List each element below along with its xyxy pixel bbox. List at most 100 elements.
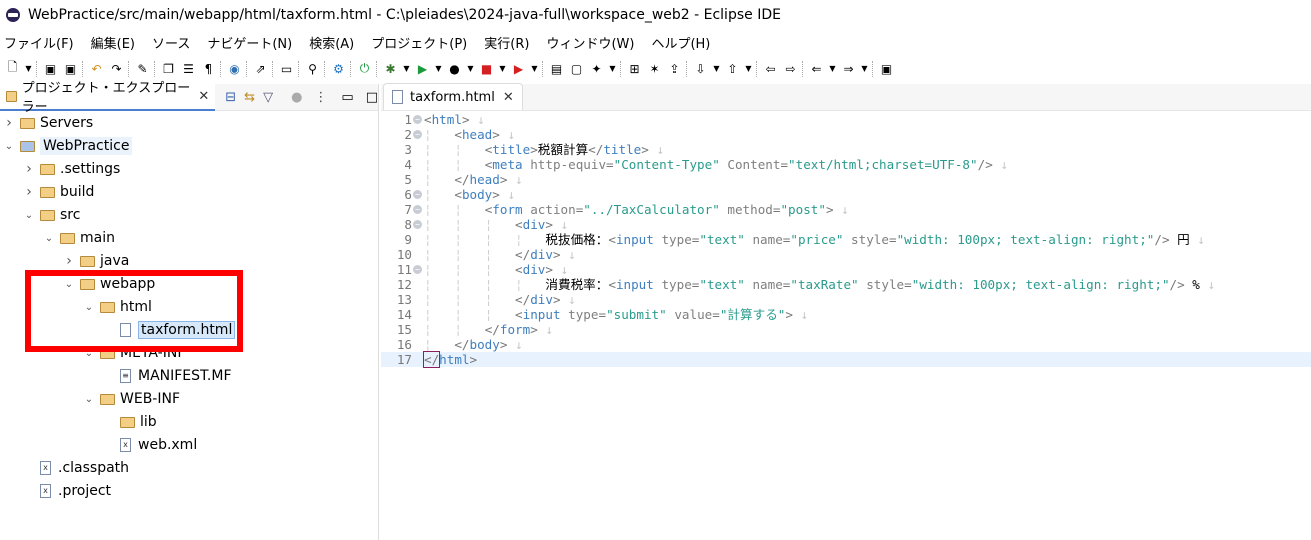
dropdown-arrow-icon[interactable]: ▼	[402, 60, 411, 77]
chevron-right-icon[interactable]: ›	[64, 253, 74, 269]
tree-item-java[interactable]: › java	[66, 250, 129, 272]
code-line[interactable]: 11− ¦ ¦ ¦ <div> ↓	[381, 262, 1311, 277]
view-menu-icon[interactable]: ⋮	[314, 90, 327, 105]
code-line[interactable]: 7− ¦ ¦ <form action="../TaxCalculator" me…	[381, 202, 1311, 217]
code-line[interactable]: 8− ¦ ¦ ¦ <div> ↓	[381, 217, 1311, 232]
back-icon[interactable]: ⇦	[762, 60, 779, 77]
link-editor-icon[interactable]: ⇆	[244, 90, 255, 105]
tree-item-webinf[interactable]: ⌄ WEB-INF	[85, 388, 180, 410]
collapse-all-icon[interactable]: ⊟	[225, 90, 236, 105]
redo-icon[interactable]: ↷	[108, 60, 125, 77]
wand-icon[interactable]: ✦	[588, 60, 605, 77]
fold-toggle-icon[interactable]: −	[413, 220, 422, 229]
tree-item-src[interactable]: ⌄ src	[25, 204, 81, 226]
chevron-down-icon[interactable]: ⌄	[4, 141, 14, 152]
prev-anno-icon[interactable]: ⇧	[724, 60, 741, 77]
dropdown-arrow-icon[interactable]: ▼	[744, 60, 753, 77]
fold-toggle-icon[interactable]: −	[413, 265, 422, 274]
dropdown-arrow-icon[interactable]: ▼	[24, 60, 33, 77]
code-line[interactable]: 4 ¦ ¦ <meta http-equiv="Content-Type" Con…	[381, 157, 1311, 172]
menu-item[interactable]: プロジェクト(P)	[371, 33, 467, 52]
close-icon[interactable]: ✕	[503, 90, 514, 105]
next-anno-icon[interactable]: ⇩	[692, 60, 709, 77]
chevron-down-icon[interactable]: ⌄	[44, 233, 54, 244]
tree-item-lib[interactable]: lib	[120, 411, 157, 433]
tree-item-main[interactable]: ⌄ main	[45, 227, 115, 249]
chevron-right-icon[interactable]: ›	[24, 184, 34, 200]
menu-item[interactable]: ヘルプ(H)	[651, 33, 710, 52]
next-icon[interactable]: ⇒	[840, 60, 857, 77]
run-icon[interactable]: ▶	[414, 60, 431, 77]
code-line[interactable]: 6− ¦ <body> ↓	[381, 187, 1311, 202]
tree-item-build[interactable]: › build	[26, 181, 94, 203]
list-icon[interactable]: ☰	[180, 60, 197, 77]
dropdown-arrow-icon[interactable]: ▼	[530, 60, 539, 77]
dropdown-arrow-icon[interactable]: ▼	[860, 60, 869, 77]
chevron-right-icon[interactable]: ›	[4, 115, 14, 131]
highlight-icon[interactable]: ✎	[134, 60, 151, 77]
code-line[interactable]: 9 ¦ ¦ ¦ ¦ 税抜価格：<input type="text" name="p…	[381, 232, 1311, 247]
chevron-down-icon[interactable]: ⌄	[84, 394, 94, 405]
external-icon[interactable]: ▶	[510, 60, 527, 77]
save-icon[interactable]: ▣	[42, 60, 59, 77]
expand-icon[interactable]: ⊞	[626, 60, 643, 77]
fold-toggle-icon[interactable]: −	[413, 130, 422, 139]
star-icon[interactable]: ✶	[646, 60, 663, 77]
copy-icon[interactable]: ❐	[160, 60, 177, 77]
deploy-icon[interactable]: ⇗	[252, 60, 269, 77]
dropdown-arrow-icon[interactable]: ▼	[828, 60, 837, 77]
fold-toggle-icon[interactable]: −	[413, 115, 422, 124]
tree-item-manifestmf[interactable]: ≡ MANIFEST.MF	[120, 365, 232, 387]
globe-icon[interactable]: ◉	[226, 60, 243, 77]
tree-item-webxml[interactable]: x web.xml	[120, 434, 197, 456]
menu-item[interactable]: ソース	[152, 33, 190, 52]
tree-item-project[interactable]: x .project	[40, 480, 111, 502]
code-editor[interactable]: 1− <html> ↓ 2− ¦ <head> ↓ 3 ¦ ¦ <title>税額計算</…	[381, 112, 1311, 368]
code-line[interactable]: 14 ¦ ¦ ¦ <input type="submit" value="計算する…	[381, 307, 1311, 322]
forward-icon[interactable]: ⇨	[782, 60, 799, 77]
tab-taxform-html[interactable]: taxform.html ✕	[383, 83, 523, 110]
tree-item-classpath[interactable]: x .classpath	[40, 457, 129, 479]
code-line[interactable]: 12 ¦ ¦ ¦ ¦ 消費税率：<input type="text" name="…	[381, 277, 1311, 292]
stop-icon[interactable]: ■	[478, 60, 495, 77]
tree-item-webpractice[interactable]: ⌄ WebPractice	[5, 135, 133, 157]
menu-item[interactable]: ファイル(F)	[4, 33, 74, 52]
folder-icon[interactable]: ▢	[568, 60, 585, 77]
menu-item[interactable]: 実行(R)	[484, 33, 529, 52]
open-folder-icon[interactable]: ▤	[548, 60, 565, 77]
tree-item-servers[interactable]: › Servers	[6, 112, 93, 134]
chevron-right-icon[interactable]: ›	[24, 161, 34, 177]
menu-item[interactable]: ナビゲート(N)	[207, 33, 292, 52]
code-line[interactable]: 3 ¦ ¦ <title>税額計算</title> ↓	[381, 142, 1311, 157]
tab-project-explorer[interactable]: プロジェクト・エクスプローラー ✕	[0, 81, 216, 115]
close-icon[interactable]: ✕	[198, 89, 209, 104]
menu-item[interactable]: ウィンドウ(W)	[546, 33, 634, 52]
pilcrow-icon[interactable]: ¶	[200, 60, 217, 77]
fold-toggle-icon[interactable]: −	[413, 190, 422, 199]
new-icon[interactable]: 🗋	[4, 60, 21, 77]
fold-toggle-icon[interactable]: −	[413, 205, 422, 214]
monitor-icon[interactable]: ▭	[278, 60, 295, 77]
code-line[interactable]: 2− ¦ <head> ↓	[381, 127, 1311, 142]
gear-icon[interactable]: ⚙	[330, 60, 347, 77]
maximize-icon[interactable]: □	[366, 90, 378, 105]
dropdown-arrow-icon[interactable]: ▼	[608, 60, 617, 77]
menu-item[interactable]: 編集(E)	[91, 33, 135, 52]
dropdown-arrow-icon[interactable]: ▼	[498, 60, 507, 77]
dropdown-arrow-icon[interactable]: ▼	[434, 60, 443, 77]
pin-icon[interactable]: ▣	[878, 60, 895, 77]
tree-item-settings[interactable]: › .settings	[26, 158, 120, 180]
working-sets-icon[interactable]: ●	[291, 90, 302, 105]
coverage-icon[interactable]: ●	[446, 60, 463, 77]
export-icon[interactable]: ⇪	[666, 60, 683, 77]
chevron-down-icon[interactable]: ⌄	[24, 210, 34, 221]
save-all-icon[interactable]: ▣	[62, 60, 79, 77]
power-icon[interactable]: ⏻	[356, 60, 373, 77]
undo-icon[interactable]: ↶	[88, 60, 105, 77]
debug-icon[interactable]: ✱	[382, 60, 399, 77]
dropdown-arrow-icon[interactable]: ▼	[466, 60, 475, 77]
code-line[interactable]: 1− <html> ↓	[381, 112, 1311, 127]
code-line[interactable]: 5 ¦ </head> ↓	[381, 172, 1311, 187]
code-line[interactable]: 13 ¦ ¦ ¦ </div> ↓	[381, 292, 1311, 307]
code-line[interactable]: 15 ¦ ¦ </form> ↓	[381, 322, 1311, 337]
